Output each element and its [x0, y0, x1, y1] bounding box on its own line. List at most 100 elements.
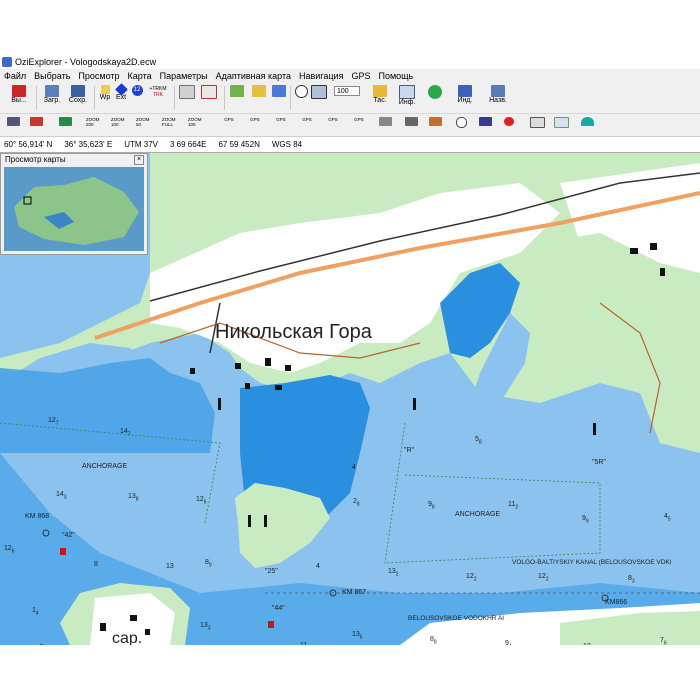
menu-view[interactable]: Просмотр [74, 71, 123, 81]
zoom-100b-button[interactable]: ZOOM 100 [188, 117, 206, 133]
depth-sounding: 147 [120, 428, 131, 438]
menu-map[interactable]: Карта [124, 71, 156, 81]
depth-sounding: 58 [40, 644, 47, 645]
grid-icon [230, 85, 244, 97]
track-add-button[interactable]: +TRKM TRK [146, 83, 170, 98]
menu-gps[interactable]: GPS [347, 71, 374, 81]
lifebuoy-button[interactable] [500, 117, 518, 133]
track-tool-button[interactable] [4, 117, 22, 133]
crosshair-button[interactable] [452, 117, 470, 133]
route-button[interactable] [178, 83, 196, 99]
map-overview-panel[interactable]: Просмотр карты × [0, 153, 148, 255]
name-button[interactable]: Назв. [484, 83, 512, 104]
toolbar-separator [94, 86, 95, 110]
record-icon [29, 117, 43, 126]
magnifier-icon [294, 85, 308, 98]
app-icon [2, 57, 12, 67]
gps-button-1[interactable]: GPS [220, 117, 238, 133]
record-button[interactable] [27, 117, 45, 133]
menu-bar: Файл Выбрать Просмотр Карта Параметры Ад… [0, 69, 700, 83]
crosshair-icon [455, 117, 467, 128]
track-count-button[interactable]: 12 [130, 83, 144, 96]
longitude-readout: 36° 35,623' E [64, 140, 113, 149]
layers-button[interactable] [250, 83, 268, 97]
tasks-button[interactable]: Тас. [366, 83, 394, 104]
overview-thumbnail[interactable] [4, 167, 144, 251]
map-view[interactable]: Никольская Гора сар. ANCHORAGE ANCHORAGE… [0, 153, 700, 645]
zoom-tool-button[interactable] [292, 83, 310, 98]
gps-button-4[interactable]: GPS [298, 117, 316, 133]
northing-readout: 67 59 452N [218, 140, 260, 149]
zoom-select[interactable]: 100 [332, 83, 362, 96]
load-icon [45, 85, 59, 97]
save-icon [71, 85, 85, 97]
menu-help[interactable]: Помощь [374, 71, 417, 81]
buoy-label: "25" [265, 568, 278, 575]
track-count-icon: 12 [131, 85, 143, 96]
latitude-readout: 60° 56,914' N [4, 140, 53, 149]
load-button[interactable]: Загр. [40, 83, 64, 104]
secondary-toolbar: ZOOM 200 ZOOM 100 ZOOM 50 ZOOM FULL ZOOM… [0, 114, 700, 137]
depth-sounding: 8 [94, 561, 98, 568]
menu-params[interactable]: Параметры [156, 71, 212, 81]
pan-tool-button[interactable] [310, 83, 328, 99]
notes-button[interactable] [528, 117, 546, 133]
zoom-full-button[interactable]: ZOOM FULL [162, 117, 180, 133]
info-icon [399, 85, 415, 99]
ruler-button[interactable] [376, 117, 394, 133]
ext-button[interactable]: Ext [113, 83, 129, 101]
km-label: KM 867 [342, 589, 367, 596]
depth-sounding: 4 [316, 563, 320, 570]
gps-button-5[interactable]: GPS [324, 117, 342, 133]
draw-button[interactable] [426, 117, 444, 133]
waypoint-button[interactable]: Wp [97, 83, 113, 101]
depth-sounding: 126 [4, 545, 15, 555]
chart-button[interactable] [552, 117, 570, 133]
waypoint-icon [100, 85, 110, 94]
depth-sounding: 143 [56, 491, 67, 501]
measure-button[interactable] [402, 117, 420, 133]
screen-button[interactable] [56, 117, 74, 133]
buoy-label: "44" [272, 605, 285, 612]
overview-title: Просмотр карты × [1, 154, 147, 166]
gps-button-2[interactable]: GPS [246, 117, 264, 133]
menu-file[interactable]: Файл [0, 71, 30, 81]
depth-sounding: 127 [48, 417, 59, 427]
reservoir-label: BELOUSOVSKOE VODOKHR AI [408, 615, 505, 622]
utm-zone-readout: UTM 37V [124, 140, 158, 149]
grid-button[interactable] [228, 83, 246, 97]
menu-adaptive-map[interactable]: Адаптивная карта [212, 71, 295, 81]
save-button[interactable]: Сохр. [66, 83, 90, 104]
gps-button-6[interactable]: GPS [350, 117, 368, 133]
coordinate-bar: 60° 56,914' N 36° 35,623' E UTM 37V 3 69… [0, 137, 700, 153]
canal-label: VOLGO-BALTIYSKIY KANAL (BELOUSOVSKOE VDK… [512, 559, 672, 566]
pan-icon [311, 85, 327, 99]
move-button[interactable] [422, 83, 448, 99]
route-edit-button[interactable] [200, 83, 218, 99]
mapinfo-button[interactable] [270, 83, 288, 97]
depth-sounding: 58 [475, 436, 482, 446]
zoom-200-button[interactable]: ZOOM 200 [86, 117, 104, 133]
anchor-button[interactable] [476, 117, 494, 133]
buoy-label: "5R" [592, 459, 606, 466]
zoom-50-button[interactable]: ZOOM 50 [136, 117, 154, 133]
depth-sounding: 133 [200, 622, 211, 632]
exit-button[interactable]: Вы... [6, 83, 32, 104]
info-button[interactable]: Инф. [394, 83, 420, 106]
arrows-icon [428, 85, 442, 99]
town-label: Никольская Гора [215, 321, 372, 343]
gps-button-3[interactable]: GPS [272, 117, 290, 133]
depth-sounding: 11 [300, 642, 307, 645]
toolbar-separator [224, 86, 225, 110]
title-bar: OziExplorer - Vologodskaya2D.ecw [0, 55, 700, 69]
close-icon[interactable]: × [134, 155, 144, 165]
zoom-100-button[interactable]: ZOOM 100 [111, 117, 129, 133]
layers-icon [252, 85, 266, 97]
depth-sounding: 28 [353, 498, 360, 508]
menu-navigation[interactable]: Навигация [295, 71, 347, 81]
menu-select[interactable]: Выбрать [30, 71, 74, 81]
depth-sounding: 45 [664, 513, 671, 523]
wireless-button[interactable] [578, 117, 596, 133]
index-button[interactable]: Инд. [452, 83, 478, 104]
toolbar-separator [36, 86, 37, 110]
